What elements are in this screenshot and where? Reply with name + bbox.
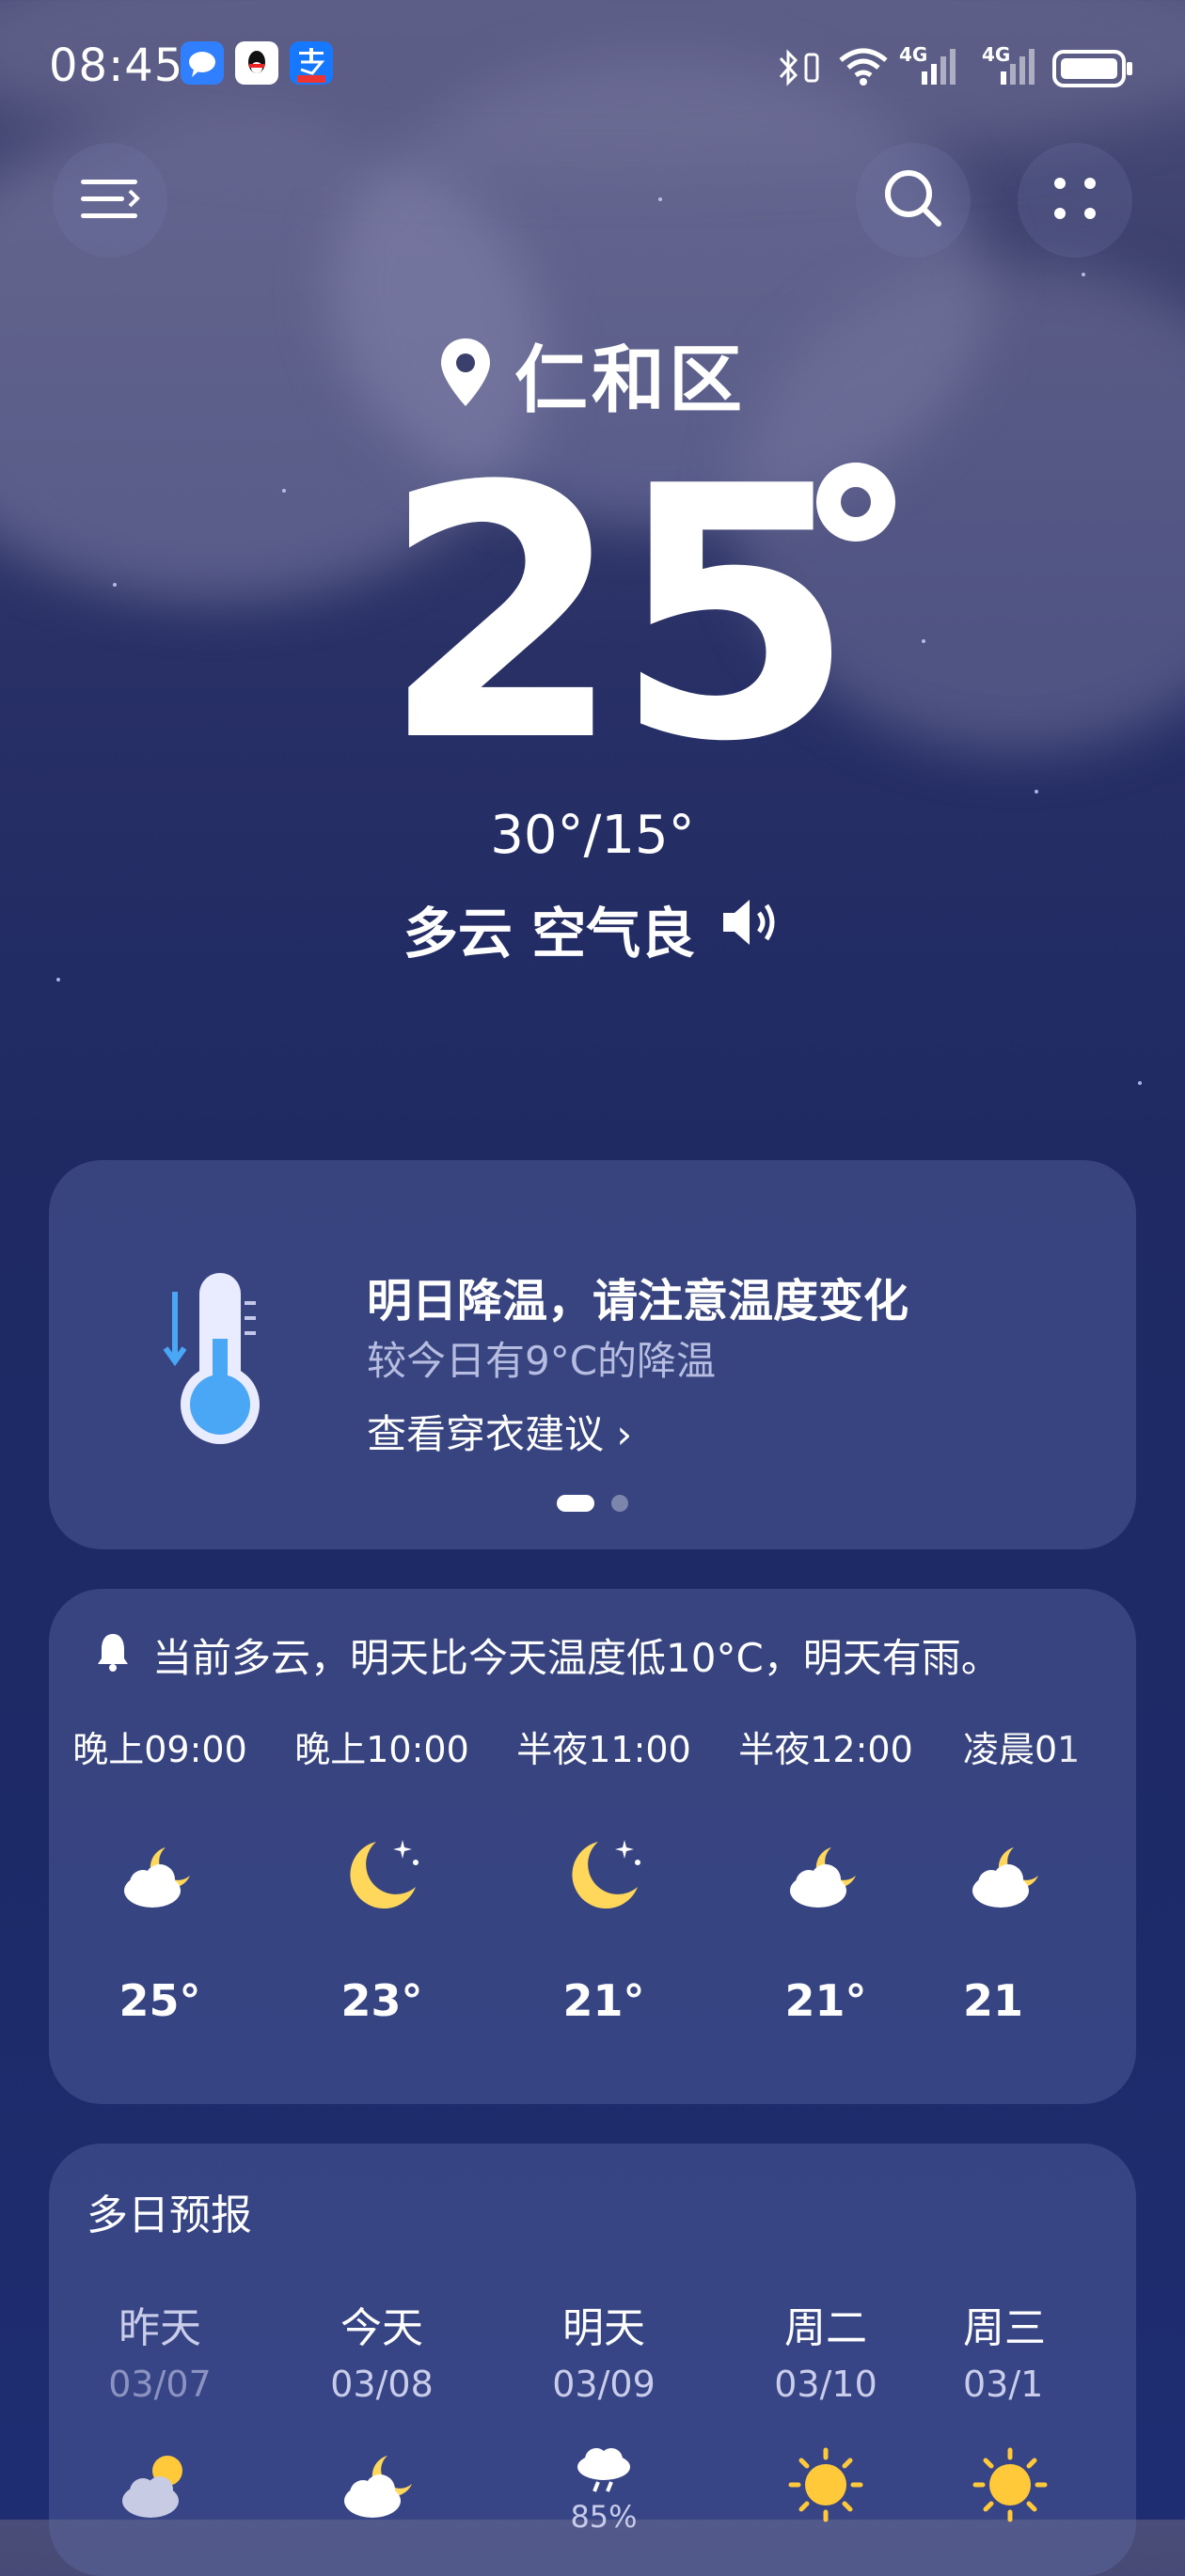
- partly-cloudy-day-icon: [113, 2442, 207, 2527]
- partly-cloudy-night-icon: [335, 2442, 429, 2527]
- location-name: 仁和区: [514, 338, 746, 423]
- menu-icon: [77, 170, 143, 230]
- hour-temp: 21: [963, 1975, 1024, 2026]
- day-item[interactable]: 明天 03/09 85%: [493, 2294, 715, 2535]
- hourly-item[interactable]: 晚上10:00 23°: [271, 1720, 493, 2026]
- partly-cloudy-night-icon: [115, 1829, 205, 1919]
- day-item[interactable]: 周二 03/10: [715, 2294, 937, 2527]
- status-bar: 08:45 4G 4G: [0, 0, 1185, 132]
- more-button[interactable]: [1018, 143, 1132, 258]
- hour-time: 半夜12:00: [738, 1729, 913, 1770]
- alipay-icon: [290, 41, 333, 85]
- alert-title: 明日降温，请注意温度变化: [367, 1275, 909, 1327]
- partly-cloudy-night-icon: [781, 1829, 871, 1919]
- search-button[interactable]: [856, 143, 971, 258]
- qq-icon: [235, 41, 278, 85]
- carousel-dot: [611, 1495, 628, 1512]
- hour-temp: 21°: [784, 1975, 867, 2026]
- current-temperature: 25: [381, 414, 856, 818]
- sunny-icon: [779, 2442, 873, 2527]
- day-name: 周二: [784, 2304, 867, 2352]
- signal-label: 4G: [982, 43, 1011, 66]
- hourly-forecast-card[interactable]: 当前多云，明天比今天温度低10°C，明天有雨。 晚上09:00 25° 晚上10…: [49, 1589, 1136, 2104]
- vibrate-icon: [801, 51, 822, 88]
- day-name: 昨天: [118, 2304, 201, 2352]
- hourly-item[interactable]: 晚上09:00 25°: [49, 1720, 271, 2026]
- hourly-item[interactable]: 凌晨01 21: [937, 1720, 1136, 2026]
- menu-button[interactable]: [53, 143, 167, 258]
- more-icon: [1047, 170, 1103, 230]
- day-date: 03/08: [330, 2364, 434, 2405]
- signal-4g-icon: 4G: [982, 43, 1038, 92]
- day-date: 03/1: [963, 2364, 1044, 2405]
- temperature-range: 30°/15°: [490, 805, 695, 866]
- hour-temp: 23°: [340, 1975, 423, 2026]
- wifi-icon: [837, 45, 890, 90]
- sunny-icon: [963, 2442, 1057, 2527]
- day-item[interactable]: 昨天 03/07: [49, 2294, 271, 2527]
- status-time: 08:45: [49, 39, 184, 92]
- signal-label: 4G: [899, 43, 928, 66]
- precipitation-chance: 85%: [570, 2499, 638, 2535]
- speaker-icon[interactable]: [719, 896, 782, 962]
- location-header[interactable]: 仁和区: [0, 322, 1185, 427]
- hourly-summary-text: 当前多云，明天比今天温度低10°C，明天有雨。: [152, 1635, 1001, 1681]
- hour-temp: 25°: [118, 1975, 201, 2026]
- hour-time: 晚上09:00: [72, 1729, 247, 1770]
- alert-card[interactable]: 明日降温，请注意温度变化 较今日有9°C的降温 查看穿衣建议 ›: [49, 1160, 1136, 1549]
- day-name: 今天: [340, 2304, 423, 2352]
- carousel-indicator: [49, 1495, 1136, 1512]
- partly-cloudy-night-icon: [963, 1829, 1053, 1919]
- moon-icon: [559, 1829, 649, 1919]
- day-name: 周三: [963, 2304, 1046, 2352]
- hour-time: 半夜11:00: [516, 1729, 691, 1770]
- day-date: 03/10: [774, 2364, 877, 2405]
- day-item[interactable]: 周三 03/1: [937, 2294, 1136, 2527]
- search-icon: [880, 165, 946, 235]
- bell-icon: [94, 1630, 132, 1681]
- thermometer-icon: [162, 1264, 265, 1455]
- hour-temp: 21°: [562, 1975, 645, 2026]
- weather-condition: 多云 空气良: [0, 889, 1185, 968]
- condition-text: 多云 空气良: [403, 902, 696, 966]
- location-pin-icon: [439, 337, 492, 412]
- message-icon: [181, 41, 224, 85]
- alert-subtitle: 较今日有9°C的降温: [367, 1338, 717, 1384]
- hourly-item[interactable]: 半夜12:00 21°: [715, 1720, 937, 2026]
- day-date: 03/09: [552, 2364, 656, 2405]
- day-date: 03/07: [108, 2364, 212, 2405]
- multi-day-title: 多日预报: [87, 2191, 252, 2239]
- signal-4g-icon: 4G: [899, 43, 965, 92]
- moon-icon: [337, 1829, 427, 1919]
- day-name: 明天: [562, 2304, 645, 2352]
- multi-day-forecast-card[interactable]: 多日预报 昨天 03/07 今天 03/08 明天 03/09 85% 周二 0…: [49, 2144, 1136, 2576]
- hourly-item[interactable]: 半夜11:00 21°: [493, 1720, 715, 2026]
- bluetooth-icon: [777, 49, 801, 90]
- day-item[interactable]: 今天 03/08: [271, 2294, 493, 2527]
- hourly-summary: 当前多云，明天比今天温度低10°C，明天有雨。: [94, 1626, 1001, 1684]
- hour-time: 晚上10:00: [294, 1729, 469, 1770]
- degree-symbol: [816, 463, 895, 542]
- rain-icon: 85%: [557, 2442, 651, 2535]
- clothing-advice-link[interactable]: 查看穿衣建议 ›: [367, 1403, 632, 1460]
- carousel-dot-active: [557, 1495, 594, 1512]
- hour-time: 凌晨01: [963, 1729, 1081, 1770]
- battery-icon: [1051, 49, 1134, 92]
